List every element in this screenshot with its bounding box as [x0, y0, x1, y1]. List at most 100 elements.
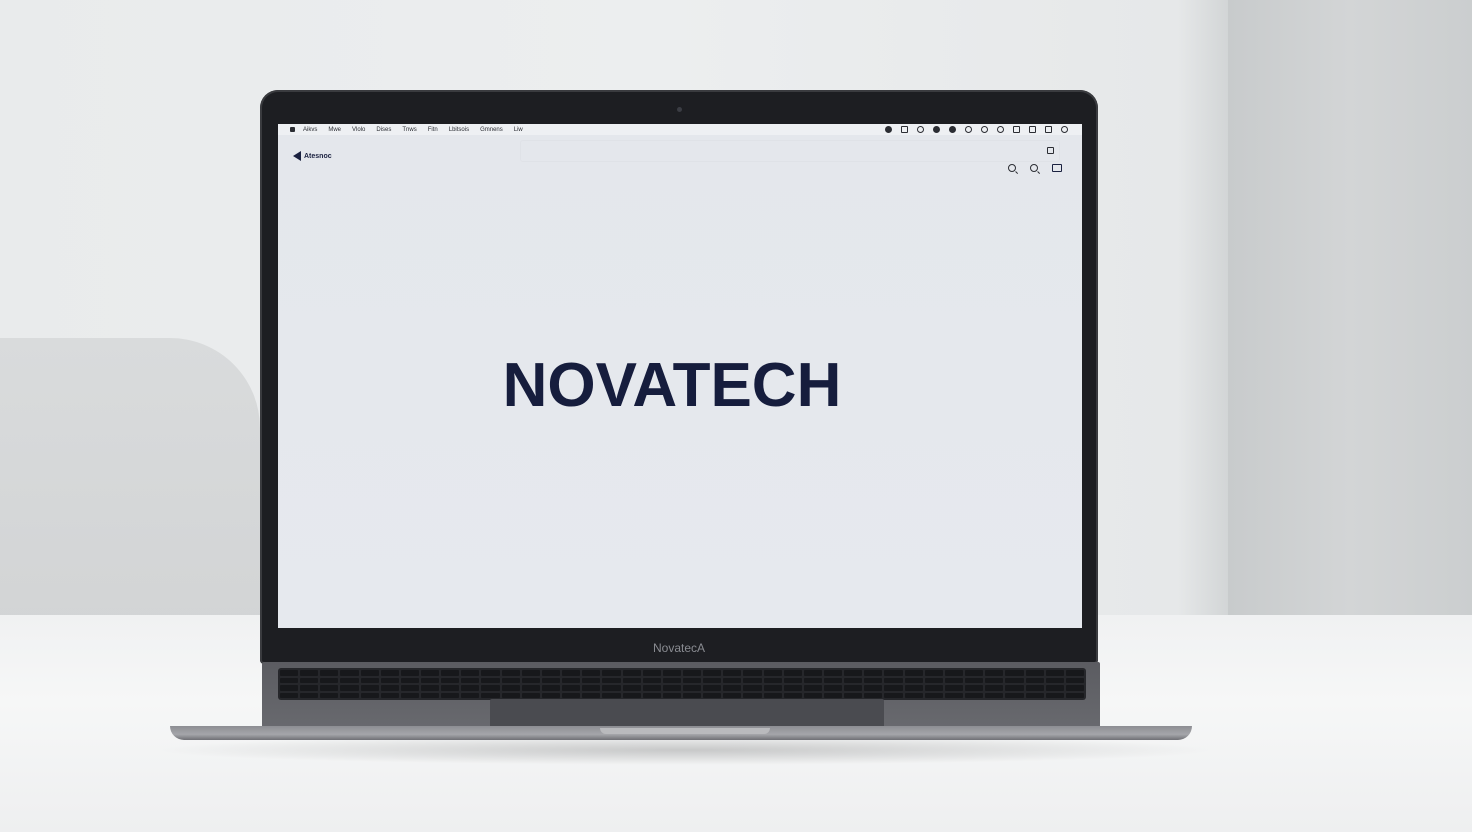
- keyboard-key[interactable]: [562, 685, 581, 691]
- lock-icon[interactable]: [1047, 147, 1054, 154]
- keyboard-key[interactable]: [340, 670, 359, 676]
- keyboard-key[interactable]: [803, 677, 823, 683]
- keyboard-key[interactable]: [400, 677, 420, 683]
- keyboard-key[interactable]: [320, 685, 339, 691]
- keyboard-key[interactable]: [582, 685, 601, 691]
- keyboard-key[interactable]: [743, 685, 762, 691]
- keyboard-key[interactable]: [1045, 670, 1064, 676]
- keyboard-key[interactable]: [441, 670, 460, 676]
- keyboard-key[interactable]: [642, 677, 661, 683]
- keyboard-key[interactable]: [824, 670, 843, 676]
- keyboard-key[interactable]: [763, 677, 782, 683]
- keyboard-key[interactable]: [703, 670, 722, 676]
- keyboard-key[interactable]: [541, 677, 561, 683]
- keyboard-key[interactable]: [682, 685, 702, 691]
- keyboard-key[interactable]: [622, 670, 641, 676]
- keyboard-key[interactable]: [723, 670, 742, 676]
- keyboard-key[interactable]: [1045, 692, 1064, 698]
- keyboard-key[interactable]: [380, 677, 399, 683]
- keyboard-key[interactable]: [461, 670, 480, 676]
- keyboard-key[interactable]: [763, 670, 782, 676]
- keyboard-key[interactable]: [884, 677, 903, 683]
- keyboard-key[interactable]: [1025, 692, 1044, 698]
- keyboard-key[interactable]: [763, 685, 782, 691]
- keyboard-key[interactable]: [924, 677, 943, 683]
- status-icon-5[interactable]: [949, 126, 956, 133]
- menu-item-9[interactable]: Liw: [514, 127, 523, 133]
- keyboard-key[interactable]: [421, 670, 440, 676]
- menu-item-5[interactable]: Tnws: [402, 127, 416, 133]
- keyboard-key[interactable]: [582, 670, 601, 676]
- system-menu-icon[interactable]: [290, 127, 295, 132]
- keyboard-key[interactable]: [803, 685, 823, 691]
- keyboard-key[interactable]: [501, 685, 520, 691]
- keyboard-key[interactable]: [965, 677, 984, 683]
- keyboard-key[interactable]: [300, 670, 319, 676]
- keyboard-key[interactable]: [582, 677, 601, 683]
- keyboard-key[interactable]: [280, 685, 299, 691]
- menu-item-8[interactable]: Gmnens: [480, 127, 503, 133]
- menu-item-2[interactable]: Mwe: [328, 127, 341, 133]
- keyboard-key[interactable]: [884, 685, 903, 691]
- keyboard-key[interactable]: [421, 677, 440, 683]
- keyboard-key[interactable]: [783, 685, 802, 691]
- keyboard-key[interactable]: [300, 685, 319, 691]
- keyboard-key[interactable]: [642, 685, 661, 691]
- keyboard-key[interactable]: [944, 685, 964, 691]
- keyboard-key[interactable]: [541, 670, 561, 676]
- keyboard-key[interactable]: [380, 692, 399, 698]
- keyboard-key[interactable]: [682, 677, 702, 683]
- keyboard[interactable]: [278, 668, 1086, 700]
- magnifier-icon[interactable]: [1030, 164, 1038, 172]
- keyboard-key[interactable]: [844, 692, 863, 698]
- keyboard-key[interactable]: [521, 685, 540, 691]
- keyboard-key[interactable]: [783, 677, 802, 683]
- keyboard-key[interactable]: [844, 685, 863, 691]
- keyboard-key[interactable]: [904, 670, 923, 676]
- keyboard-key[interactable]: [783, 692, 802, 698]
- keyboard-key[interactable]: [441, 692, 460, 698]
- trackpad[interactable]: [490, 699, 884, 729]
- keyboard-key[interactable]: [924, 670, 943, 676]
- keyboard-key[interactable]: [400, 670, 420, 676]
- keyboard-key[interactable]: [662, 677, 681, 683]
- status-icon-8[interactable]: [997, 126, 1004, 133]
- keyboard-key[interactable]: [602, 677, 621, 683]
- keyboard-key[interactable]: [965, 692, 984, 698]
- keyboard-key[interactable]: [783, 670, 802, 676]
- keyboard-key[interactable]: [824, 677, 843, 683]
- keyboard-key[interactable]: [844, 670, 863, 676]
- keyboard-key[interactable]: [985, 685, 1004, 691]
- keyboard-key[interactable]: [541, 692, 561, 698]
- keyboard-key[interactable]: [904, 677, 923, 683]
- keyboard-key[interactable]: [1005, 685, 1024, 691]
- keyboard-key[interactable]: [622, 685, 641, 691]
- keyboard-key[interactable]: [1065, 670, 1084, 676]
- keyboard-key[interactable]: [743, 677, 762, 683]
- keyboard-key[interactable]: [340, 692, 359, 698]
- status-icon-10[interactable]: [1029, 126, 1036, 133]
- keyboard-key[interactable]: [662, 670, 681, 676]
- keyboard-key[interactable]: [703, 685, 722, 691]
- keyboard-key[interactable]: [501, 677, 520, 683]
- status-icon-3[interactable]: [917, 126, 924, 133]
- keyboard-key[interactable]: [562, 670, 581, 676]
- keyboard-key[interactable]: [703, 677, 722, 683]
- keyboard-key[interactable]: [461, 677, 480, 683]
- keyboard-key[interactable]: [1025, 670, 1044, 676]
- keyboard-key[interactable]: [723, 692, 742, 698]
- menu-item-app[interactable]: Aikvs: [303, 127, 317, 133]
- keyboard-key[interactable]: [562, 692, 581, 698]
- status-icon-2[interactable]: [901, 126, 908, 133]
- keyboard-key[interactable]: [723, 677, 742, 683]
- keyboard-key[interactable]: [1025, 685, 1044, 691]
- keyboard-key[interactable]: [360, 670, 379, 676]
- keyboard-key[interactable]: [642, 670, 661, 676]
- keyboard-key[interactable]: [864, 670, 883, 676]
- keyboard-key[interactable]: [803, 670, 823, 676]
- keyboard-key[interactable]: [1065, 685, 1084, 691]
- keyboard-key[interactable]: [944, 677, 964, 683]
- keyboard-key[interactable]: [622, 692, 641, 698]
- keyboard-key[interactable]: [743, 692, 762, 698]
- keyboard-key[interactable]: [662, 685, 681, 691]
